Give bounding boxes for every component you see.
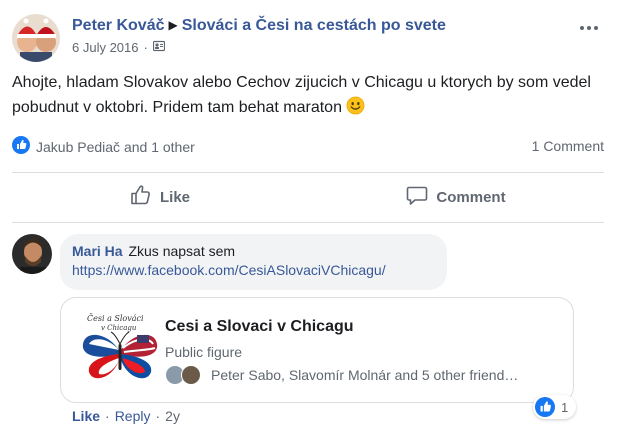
divider [12, 222, 604, 223]
reactions-bar: Jakub Pediač and 1 other 1 Comment [12, 136, 604, 158]
post-meta: 6 July 2016 · [72, 40, 446, 56]
author-avatar[interactable] [12, 14, 60, 62]
shared-to-arrow-icon: ▶ [168, 18, 178, 32]
more-options-icon[interactable] [577, 18, 601, 38]
action-separator: · [105, 408, 110, 424]
commenter-name-link[interactable]: Mari Ha [72, 243, 123, 259]
preview-page-category: Public figure [165, 344, 243, 360]
link-preview-card[interactable]: Česi a Slováci v Chicagu Cesi a Slovaci … [60, 297, 574, 403]
post-header: Peter Kováč ▶ Slováci a Česi na cestách po… [12, 12, 605, 62]
like-badge-icon [535, 397, 555, 417]
friend-avatar [181, 365, 201, 385]
comment-text: Zkus napsat sem [128, 243, 236, 259]
comment-url-link[interactable]: https://www.facebook.com/CesiASlovaciVCh… [72, 262, 386, 278]
preview-page-title[interactable]: Cesi a Slovaci v Chicagu [165, 318, 354, 336]
comment-button[interactable]: Comment [308, 174, 604, 220]
group-name-link[interactable]: Slováci a Česi na cestách po svete [182, 17, 446, 34]
commenter-avatar[interactable] [12, 234, 52, 274]
divider [12, 172, 604, 173]
header-text: Peter Kováč ▶ Slováci a Česi na cestách po… [72, 16, 446, 56]
like-thumb-icon [130, 184, 160, 210]
post-action-bar: Like Comment [12, 174, 604, 220]
comment-count[interactable]: 1 Comment [532, 138, 604, 154]
group-audience-icon[interactable] [152, 40, 165, 56]
action-separator: · [155, 408, 161, 424]
comment-reply-link[interactable]: Reply [115, 408, 151, 424]
comment-button-label: Comment [436, 188, 506, 206]
like-badge-icon [12, 136, 30, 157]
post-text: Ahojte, hladam Slovakov alebo Cechov zij… [12, 74, 591, 116]
author-name-link[interactable]: Peter Kováč [72, 17, 165, 34]
svg-text:v Chicagu: v Chicagu [101, 324, 137, 332]
comment-age[interactable]: 2y [165, 408, 180, 424]
comment-bubble-icon [406, 184, 436, 210]
comment-actions: Like · Reply · 2y [72, 408, 180, 424]
comment-reaction-number: 1 [561, 399, 569, 415]
post-body: Ahojte, hladam Slovakov alebo Cechov zij… [12, 70, 602, 123]
reaction-summary[interactable]: Jakub Pediač and 1 other [12, 136, 195, 157]
post-title-line: Peter Kováč ▶ Slováci a Česi na cestách po… [72, 16, 446, 36]
post-date[interactable]: 6 July 2016 [72, 40, 139, 56]
meta-separator: · [143, 40, 148, 55]
svg-text:Česi a Slováci: Česi a Slováci [87, 314, 144, 323]
preview-friends-row: Peter Sabo, Slavomír Molnár and 5 other … [165, 365, 521, 385]
like-button[interactable]: Like [12, 174, 308, 220]
smiley-icon [346, 96, 365, 123]
reaction-names[interactable]: Jakub Pediač and 1 other [36, 139, 195, 155]
page-logo: Česi a Slováci v Chicagu [79, 310, 161, 390]
comment-like-link[interactable]: Like [72, 408, 100, 424]
like-button-label: Like [159, 188, 190, 206]
comment-reaction-count[interactable]: 1 [533, 395, 577, 419]
comment-bubble: Mari Ha Zkus napsat sem https://www.face… [60, 234, 447, 290]
preview-friends-text: Peter Sabo, Slavomír Molnár and 5 other … [211, 367, 521, 383]
